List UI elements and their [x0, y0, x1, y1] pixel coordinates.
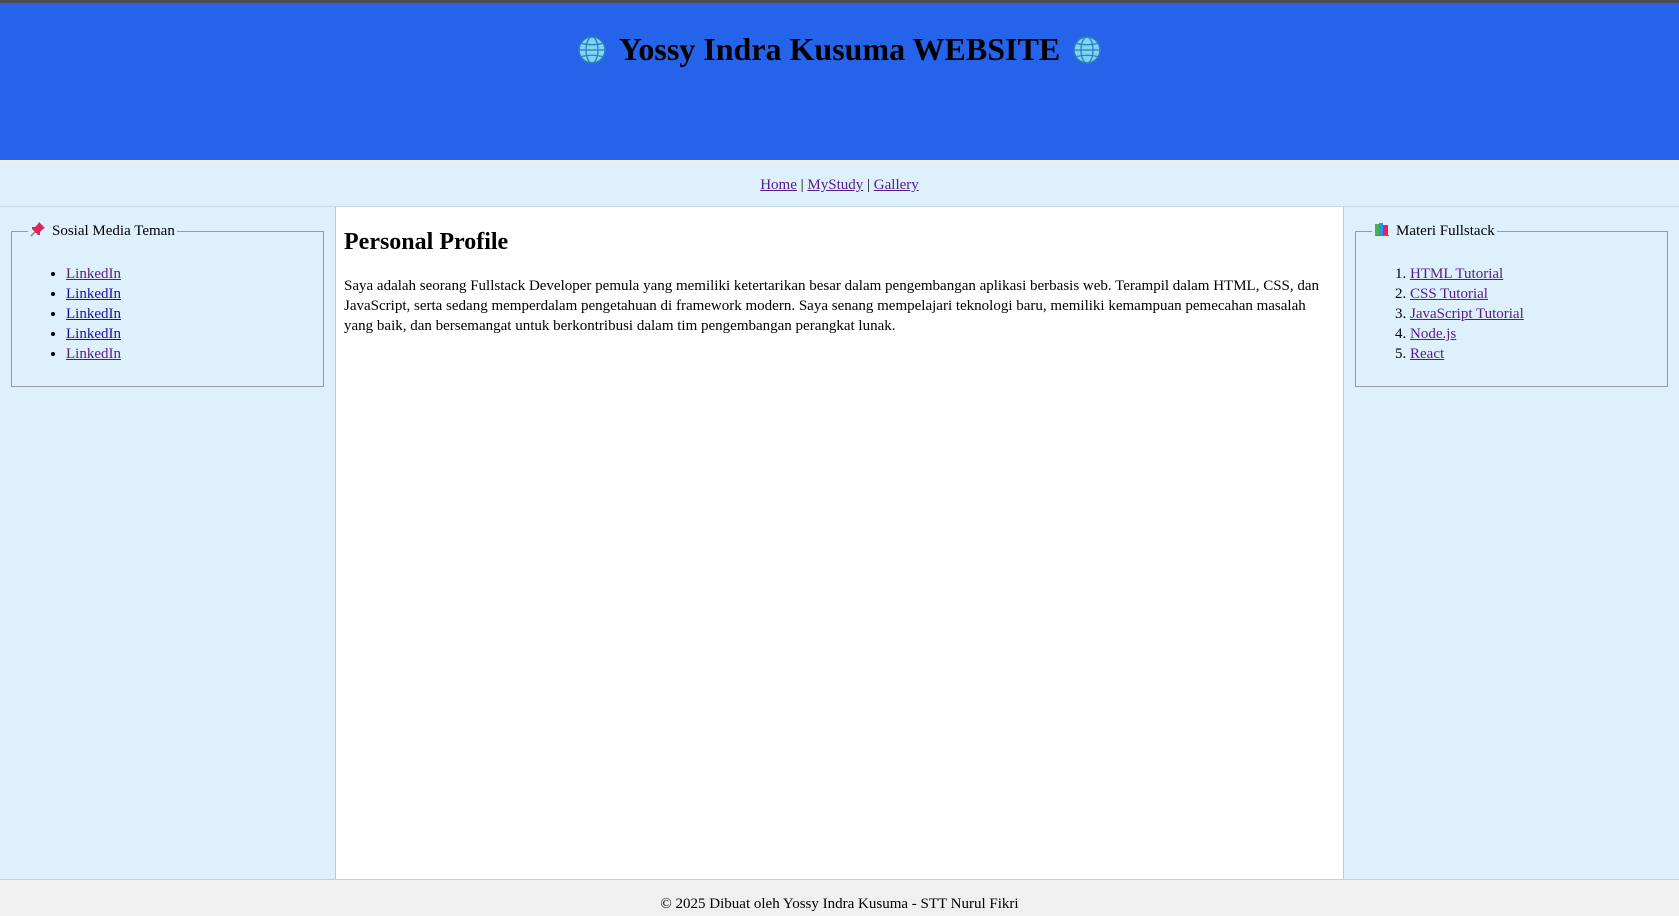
- linkedin-link-4[interactable]: LinkedIn: [66, 326, 121, 342]
- main-content: Personal Profile Saya adalah seorang Ful…: [335, 207, 1343, 879]
- list-item: JavaScript Tutorial: [1410, 304, 1651, 324]
- globe-icon: [577, 35, 607, 73]
- react-link[interactable]: React: [1410, 346, 1444, 362]
- site-header: Yossy Indra Kusuma WEBSITE: [0, 0, 1679, 160]
- linkedin-link-1[interactable]: LinkedIn: [66, 266, 121, 282]
- nav-link-gallery[interactable]: Gallery: [874, 177, 919, 193]
- nav-separator: |: [800, 177, 804, 193]
- main-layout: Sosial Media Teman LinkedIn LinkedIn Lin…: [0, 207, 1679, 879]
- list-item: Node.js: [1410, 324, 1651, 344]
- social-media-fieldset: Sosial Media Teman LinkedIn LinkedIn Lin…: [11, 221, 324, 387]
- html-tutorial-link[interactable]: HTML Tutorial: [1410, 266, 1503, 282]
- linkedin-link-5[interactable]: LinkedIn: [66, 346, 121, 362]
- linkedin-link-3[interactable]: LinkedIn: [66, 306, 121, 322]
- right-sidebar: Materi Fullstack HTML Tutorial CSS Tutor…: [1343, 207, 1679, 879]
- fullstack-list: HTML Tutorial CSS Tutorial JavaScript Tu…: [1372, 264, 1651, 364]
- books-icon: [1374, 221, 1390, 242]
- nav-separator: |: [867, 177, 871, 193]
- list-item: LinkedIn: [66, 304, 307, 324]
- linkedin-link-2[interactable]: LinkedIn: [66, 286, 121, 302]
- javascript-tutorial-link[interactable]: JavaScript Tutorial: [1410, 306, 1524, 322]
- pushpin-icon: [30, 221, 46, 242]
- left-sidebar: Sosial Media Teman LinkedIn LinkedIn Lin…: [0, 207, 335, 879]
- list-item: LinkedIn: [66, 284, 307, 304]
- fullstack-fieldset: Materi Fullstack HTML Tutorial CSS Tutor…: [1355, 221, 1668, 387]
- list-item: CSS Tutorial: [1410, 284, 1651, 304]
- nav-bar: Home | MyStudy | Gallery: [0, 163, 1679, 207]
- list-item: LinkedIn: [66, 264, 307, 284]
- social-media-legend: Sosial Media Teman: [28, 221, 177, 242]
- list-item: React: [1410, 344, 1651, 364]
- page-title: Personal Profile: [344, 229, 509, 255]
- site-footer: © 2025 Dibuat oleh Yossy Indra Kusuma - …: [0, 879, 1679, 916]
- page: Yossy Indra Kusuma WEBSITE Home | MyStud…: [0, 0, 1679, 916]
- footer-text: © 2025 Dibuat oleh Yossy Indra Kusuma - …: [660, 896, 1019, 912]
- list-item: LinkedIn: [66, 344, 307, 364]
- list-item: HTML Tutorial: [1410, 264, 1651, 284]
- nodejs-link[interactable]: Node.js: [1410, 326, 1456, 342]
- site-title-heading: Yossy Indra Kusuma WEBSITE: [0, 3, 1679, 73]
- list-item: LinkedIn: [66, 324, 307, 344]
- css-tutorial-link[interactable]: CSS Tutorial: [1410, 286, 1488, 302]
- social-media-legend-text: Sosial Media Teman: [52, 223, 175, 239]
- profile-paragraph: Saya adalah seorang Fullstack Developer …: [344, 278, 1320, 334]
- globe-icon: [1072, 35, 1102, 73]
- nav-link-mystudy[interactable]: MyStudy: [807, 177, 863, 193]
- site-title: Yossy Indra Kusuma WEBSITE: [618, 31, 1061, 67]
- fullstack-legend-text: Materi Fullstack: [1396, 223, 1495, 239]
- fullstack-legend: Materi Fullstack: [1372, 221, 1497, 242]
- nav-link-home[interactable]: Home: [760, 177, 797, 193]
- social-media-list: LinkedIn LinkedIn LinkedIn LinkedIn Link…: [28, 264, 307, 364]
